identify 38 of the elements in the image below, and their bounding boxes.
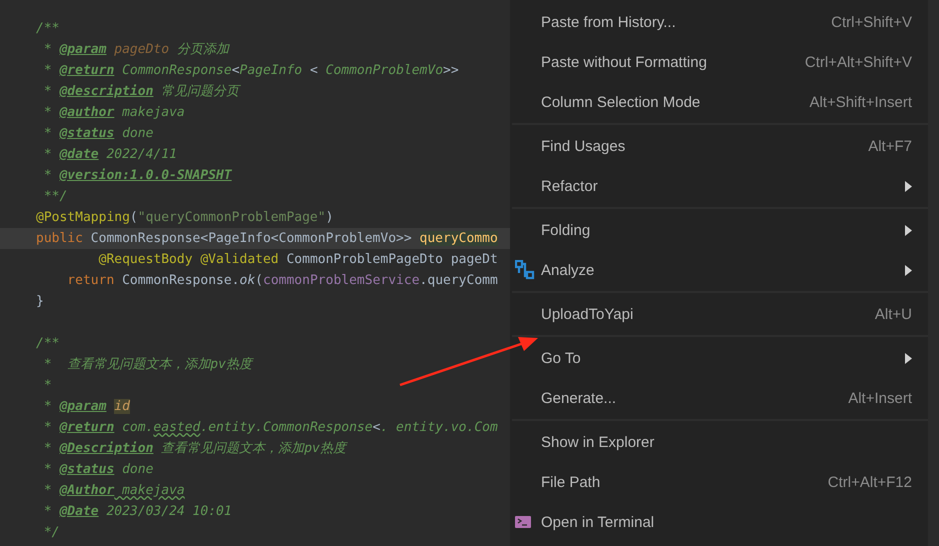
code-line: @PostMapping("queryCommonProblemPage") [35, 209, 334, 227]
code-line: **/ [42, 188, 68, 206]
code-line: * @author makejava [42, 104, 186, 122]
code-line: * @return CommonResponse<PageInfo < CommonProblemVo>> [42, 62, 460, 80]
code-line: * @param pageDto 分页添加 [42, 41, 231, 59]
code-line: * @description 常见问题分页 [42, 83, 242, 101]
menu-item[interactable]: Show in Explorer [510, 422, 928, 462]
menu-item[interactable]: Analyze [510, 250, 928, 290]
code-line: * @Description 查看常见问题文本，添加pv热度 [42, 440, 349, 458]
menu-item[interactable]: Folding [510, 210, 928, 250]
code-line: * 查看常见问题文本，添加pv热度 [42, 356, 255, 374]
menu-item[interactable]: Find Usages Alt+F7 [510, 126, 928, 166]
menu-item[interactable]: UploadToYapi Alt+U [510, 294, 928, 334]
code-line: * @Date 2023/03/24 10:01 [42, 503, 233, 521]
menu-item[interactable]: Open in Terminal [510, 502, 928, 542]
code-line: * [42, 377, 53, 395]
menu-item[interactable]: Paste from History... Ctrl+Shift+V [510, 2, 928, 42]
code-line: /** [35, 20, 60, 38]
code-line: return CommonResponse.ok(commonProblemService.queryComm [66, 272, 499, 290]
menu-item[interactable]: Refactor [510, 166, 928, 206]
code-line: * @Author makejava [42, 482, 186, 500]
code-line: * @param id [42, 398, 131, 416]
code-line: * @status done [42, 125, 154, 143]
code-line: * @status done [42, 461, 154, 479]
menu-item[interactable]: Generate... Alt+Insert [510, 378, 928, 418]
code-line: * @version:1.0.0-SNAPSHT [42, 167, 233, 185]
terminal-icon [515, 516, 531, 528]
menu-item[interactable]: Paste without Formatting Ctrl+Alt+Shift+V [510, 42, 928, 82]
menu-item[interactable]: Column Selection Mode Alt+Shift+Insert [510, 82, 928, 122]
code-line: @RequestBody @Validated CommonProblemPageDto pageDt [98, 251, 499, 269]
analyze-icon [515, 260, 535, 280]
code-line: * @return com.easted.entity.CommonResponse<. entity.vo.Com [42, 419, 499, 437]
menu-item[interactable]: Go To [510, 338, 928, 378]
code-line: * @date 2022/4/11 [42, 146, 178, 164]
menu-item[interactable]: File Path Ctrl+Alt+F12 [510, 462, 928, 502]
code-line: */ [42, 524, 60, 542]
code-line: /** [35, 335, 60, 353]
code-line: } [35, 293, 45, 311]
